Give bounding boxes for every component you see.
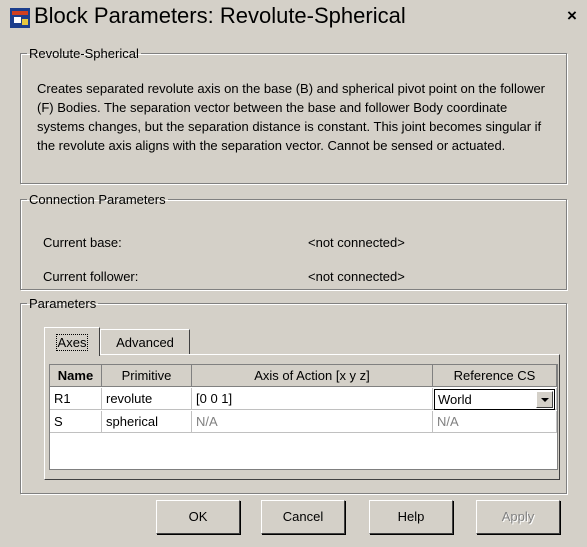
reference-cs-value: World — [438, 392, 472, 407]
close-icon[interactable]: × — [562, 6, 582, 26]
current-base-value: <not connected> — [308, 235, 405, 250]
row-name-cell: S — [50, 411, 102, 433]
block-description-group: Revolute-Spherical Creates separated rev… — [20, 46, 567, 184]
simulink-block-icon — [10, 8, 30, 28]
connection-parameters-legend: Connection Parameters — [29, 192, 166, 207]
axis-of-action-input[interactable]: [0 0 1] — [192, 388, 433, 410]
row-reference-cell: N/A — [433, 411, 557, 433]
header-name: Name — [50, 365, 102, 387]
axes-table: Name Primitive Axis of Action [x y z] Re… — [49, 364, 558, 470]
row-primitive-cell: spherical — [102, 411, 192, 433]
current-base-label: Current base: — [43, 235, 122, 250]
header-reference-cs: Reference CS — [433, 365, 557, 387]
reference-cs-select[interactable]: World — [434, 389, 555, 410]
row-axis-cell: N/A — [192, 411, 433, 433]
tab-advanced[interactable]: Advanced — [100, 329, 190, 354]
header-primitive: Primitive — [102, 365, 192, 387]
apply-button: Apply — [476, 500, 560, 534]
current-follower-label: Current follower: — [43, 269, 139, 284]
tab-axes[interactable]: Axes — [44, 327, 100, 356]
ok-button[interactable]: OK — [156, 500, 240, 534]
row-name-cell: R1 — [50, 388, 102, 410]
help-button[interactable]: Help — [369, 500, 453, 534]
connection-parameters-group: Connection Parameters Current base: <not… — [20, 192, 567, 290]
table-header-row: Name Primitive Axis of Action [x y z] Re… — [50, 365, 557, 388]
block-description-legend: Revolute-Spherical — [29, 46, 139, 61]
window-title: Block Parameters: Revolute-Spherical — [34, 3, 406, 28]
tab-axes-label: Axes — [55, 334, 89, 351]
table-row: R1 revolute [0 0 1] World — [50, 388, 557, 411]
tab-advanced-label: Advanced — [116, 335, 174, 350]
cancel-button[interactable]: Cancel — [261, 500, 345, 534]
current-follower-value: <not connected> — [308, 269, 405, 284]
chevron-down-icon[interactable] — [536, 391, 553, 408]
title-bar: Block Parameters: Revolute-Spherical × — [0, 0, 587, 34]
parameters-legend: Parameters — [29, 296, 97, 311]
block-description-text: Creates separated revolute axis on the b… — [37, 81, 546, 153]
row-primitive-cell: revolute — [102, 388, 192, 410]
header-axis-of-action: Axis of Action [x y z] — [192, 365, 433, 387]
table-row: S spherical N/A N/A — [50, 411, 557, 434]
